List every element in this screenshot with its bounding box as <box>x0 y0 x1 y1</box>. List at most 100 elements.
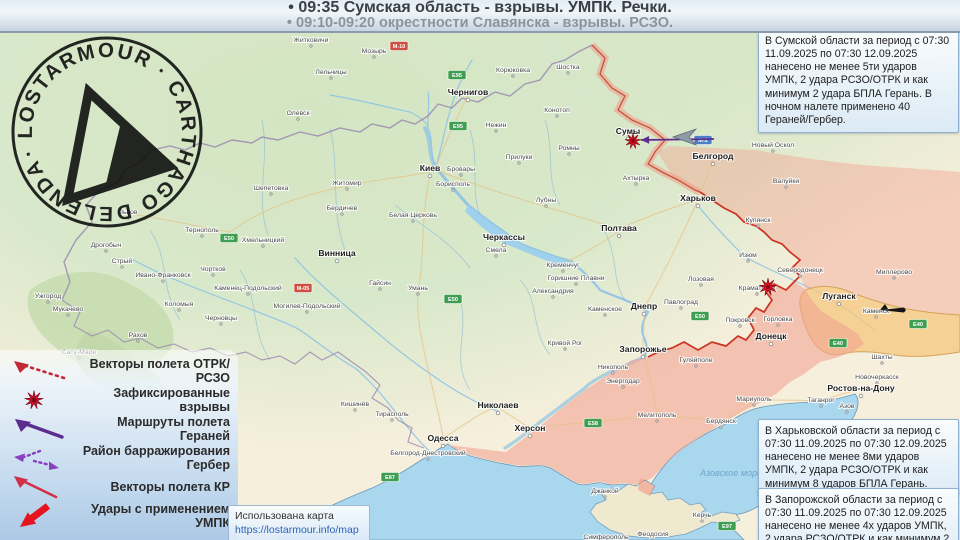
city-label: Белая Церковь <box>389 212 437 219</box>
legend-row-umpk: Удары с применением УМПК <box>0 501 238 530</box>
city-dot <box>755 292 759 296</box>
city-label: Ахтырка <box>623 175 650 182</box>
city-dot <box>892 276 896 280</box>
city-label: Белгород <box>693 151 735 161</box>
map-attribution: Использована карта https://lostarmour.in… <box>228 505 370 540</box>
city-label: Олевск <box>287 110 310 117</box>
legend-row-geran: Маршруты полета Гераней <box>0 414 238 443</box>
city-dot <box>845 410 849 414</box>
city-label: Джанкой <box>591 487 619 495</box>
city-label: Горловка <box>764 316 793 323</box>
city-dot <box>494 129 498 133</box>
city-label: Черновцы <box>205 315 237 322</box>
city-label: Лельчицы <box>315 69 346 76</box>
city-label: Кишинёв <box>341 401 370 408</box>
city-dot <box>269 192 273 196</box>
city-dot <box>161 279 165 283</box>
city-label: Бровары <box>447 166 475 173</box>
city-label: Херсон <box>515 423 546 433</box>
city-label: Дрогобыч <box>91 241 122 249</box>
city-dot <box>836 301 842 307</box>
city-dot <box>640 354 646 360</box>
city-dot <box>459 173 463 177</box>
city-dot <box>695 203 701 209</box>
city-dot <box>874 315 878 319</box>
city-dot <box>819 404 823 408</box>
city-label: Мариуполь <box>736 396 772 403</box>
road-badge-label: E87 <box>385 475 395 481</box>
city-label: Северодонецк <box>777 267 823 274</box>
city-dot <box>46 300 50 304</box>
kr-vector-icon <box>14 475 58 498</box>
city-label: Каменец-Подольский <box>214 284 282 292</box>
city-dot <box>566 71 570 75</box>
city-dot <box>372 55 376 59</box>
road-badge-label: E58 <box>588 421 598 427</box>
legend-label: Векторы полета КР <box>110 479 230 494</box>
attribution-text: Использована карта <box>235 510 334 522</box>
city-label: Днепр <box>631 301 658 311</box>
city-dot <box>345 187 349 191</box>
city-dot <box>555 114 559 118</box>
map-screenshot: E95 М-10 E95 М-2 E40 E50 E58 М-05 E50 E87 E97 E40 E5… <box>0 0 960 540</box>
city-dot <box>261 244 265 248</box>
city-label: Лозовая <box>688 276 714 283</box>
road-badge-label: М-10 <box>393 44 406 50</box>
legend-label: Зафиксированные взрывы <box>113 385 230 414</box>
city-dot <box>641 311 647 317</box>
city-label: Бердянск <box>706 418 736 425</box>
city-dot <box>700 519 704 523</box>
city-dot <box>177 308 181 312</box>
geran-route-line <box>640 138 715 141</box>
city-label: Рахов <box>129 332 148 339</box>
city-dot <box>544 204 548 208</box>
city-dot <box>746 259 750 263</box>
road-badge-label: E50 <box>224 236 234 242</box>
city-label: Павлоград <box>664 299 698 306</box>
city-label: Гайсин <box>369 279 391 287</box>
infobox-sumy-region: В Сумской области за период с 07:30 11.0… <box>758 29 959 133</box>
stamp-triangle-logo <box>62 82 179 207</box>
city-label: Азов <box>840 403 855 410</box>
road-badge-label: E50 <box>448 297 458 303</box>
city-dot <box>120 265 124 269</box>
city-label: Житомир <box>332 180 361 187</box>
city-label: Донецк <box>755 331 787 341</box>
city-label: Хмельницкий <box>242 236 284 244</box>
ticker-line-2: • 09:10-09:20 окрестности Славянска - вз… <box>286 15 674 31</box>
city-label: Полтава <box>601 223 637 233</box>
city-label: Белгород-Днестровский <box>390 449 466 457</box>
otrk-vector-icon <box>14 360 66 379</box>
map-legend: Векторы полета ОТРК/РСЗО Зафиксированные… <box>0 350 238 540</box>
road-badge-label: E95 <box>453 124 463 130</box>
city-dot <box>494 254 498 258</box>
city-label: Луганск <box>822 291 856 301</box>
city-dot <box>699 283 703 287</box>
event-ticker: • 09:35 Сумская область - взрывы. УМПК. … <box>0 0 960 33</box>
legend-label: Векторы полета ОТРК/РСЗО <box>89 356 230 385</box>
city-label: Чернигов <box>448 87 489 97</box>
road-badge-label: E97 <box>722 524 732 530</box>
city-label: Каменское <box>588 306 622 313</box>
city-dot <box>334 258 340 264</box>
city-label: Умань <box>408 285 428 292</box>
city-dot <box>378 287 382 291</box>
city-label: Шахты <box>871 354 892 361</box>
city-label: Купянск <box>746 217 771 224</box>
city-dot <box>451 188 455 192</box>
city-label: Ромны <box>558 145 579 152</box>
city-label: Феодосия <box>637 531 669 538</box>
city-dot <box>551 295 555 299</box>
city-label: Мелитополь <box>638 412 677 419</box>
city-dot <box>679 306 683 310</box>
umpk-strike-icon <box>20 502 51 527</box>
legend-row-herber: Район барражирования Гербер <box>0 443 238 472</box>
infobox-zaporizhzhia-region: В Запорожской области за период с 07:30 … <box>758 488 959 540</box>
city-dot <box>427 173 433 179</box>
city-label: Лубны <box>536 196 557 204</box>
city-dot <box>710 161 716 167</box>
city-dot <box>211 273 215 277</box>
city-dot <box>655 419 659 423</box>
city-dot <box>574 282 578 286</box>
city-dot <box>771 149 775 153</box>
